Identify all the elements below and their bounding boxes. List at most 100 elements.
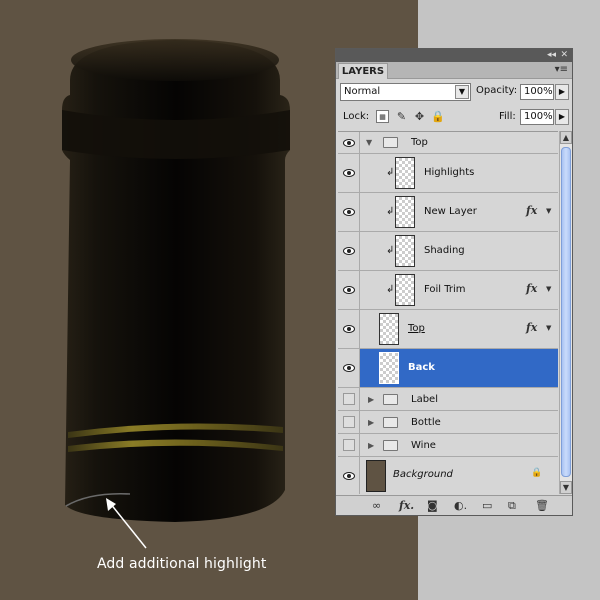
hidden-visibility-box bbox=[343, 439, 355, 451]
layer-thumbnail bbox=[395, 157, 415, 189]
eye-icon bbox=[343, 247, 355, 255]
fx-icon[interactable]: fx bbox=[526, 282, 537, 295]
visibility-toggle[interactable] bbox=[338, 457, 360, 494]
layer-name: Bottle bbox=[411, 417, 441, 428]
layer-top[interactable]: Top fx ▼ bbox=[338, 310, 558, 349]
folder-icon bbox=[383, 417, 398, 428]
layer-name: New Layer bbox=[424, 206, 477, 217]
hidden-visibility-box bbox=[343, 416, 355, 428]
blend-mode-value: Normal bbox=[344, 86, 381, 97]
layer-group-wine[interactable]: ▶ Wine bbox=[338, 434, 558, 457]
fx-expand-icon[interactable]: ▼ bbox=[546, 285, 551, 293]
visibility-toggle[interactable] bbox=[338, 349, 360, 387]
opacity-input[interactable]: 100% bbox=[520, 84, 554, 100]
layer-foil-trim[interactable]: ↲ Foil Trim fx ▼ bbox=[338, 271, 558, 310]
blend-row: Normal ▼ Opacity: 100% ▶ bbox=[340, 83, 570, 101]
eye-icon bbox=[343, 208, 355, 216]
tab-layers[interactable]: LAYERS bbox=[338, 63, 388, 79]
eye-icon bbox=[343, 169, 355, 177]
layer-thumbnail bbox=[395, 196, 415, 228]
panel-tab-row: LAYERS ▾≡ bbox=[336, 62, 572, 79]
fx-icon[interactable]: fx. bbox=[399, 499, 414, 512]
visibility-toggle[interactable] bbox=[338, 388, 360, 410]
lock-brush-icon[interactable]: ✎ bbox=[395, 110, 408, 123]
visibility-toggle[interactable] bbox=[338, 132, 360, 153]
fill-arrow-icon[interactable]: ▶ bbox=[555, 109, 569, 125]
layers-panel: ◂◂ ✕ LAYERS ▾≡ Normal ▼ Opacity: 100% ▶ … bbox=[335, 48, 573, 516]
layer-name: Shading bbox=[424, 245, 465, 256]
opacity-arrow-icon[interactable]: ▶ bbox=[555, 84, 569, 100]
lock-move-icon[interactable]: ✥ bbox=[413, 110, 426, 123]
layer-thumbnail bbox=[395, 235, 415, 267]
layer-name: Foil Trim bbox=[424, 284, 466, 295]
new-group-icon[interactable]: ▭ bbox=[482, 499, 492, 512]
eye-icon bbox=[343, 138, 355, 147]
folder-icon bbox=[383, 440, 398, 451]
eye-icon bbox=[343, 286, 355, 294]
blend-mode-select[interactable]: Normal ▼ bbox=[340, 83, 471, 101]
eye-icon bbox=[343, 472, 355, 480]
smart-object-thumbnail bbox=[395, 274, 415, 306]
layer-group-bottle[interactable]: ▶ Bottle bbox=[338, 411, 558, 434]
eye-icon bbox=[343, 364, 355, 372]
layers-scrollbar[interactable]: ▲ ▼ bbox=[559, 131, 572, 494]
layer-thumbnail bbox=[379, 352, 399, 384]
fx-expand-icon[interactable]: ▼ bbox=[546, 324, 551, 332]
lock-all-icon[interactable]: 🔒 bbox=[431, 110, 445, 123]
new-layer-icon[interactable]: ⧉ bbox=[508, 499, 516, 512]
fx-icon[interactable]: fx bbox=[526, 321, 537, 334]
link-icon[interactable]: ∞ bbox=[372, 499, 381, 512]
chevron-down-icon[interactable]: ▼ bbox=[455, 85, 469, 99]
lock-icon: 🔒 bbox=[531, 468, 543, 478]
layer-group-top[interactable]: ▼ Top bbox=[338, 132, 558, 154]
lock-transparency-icon[interactable]: ▦ bbox=[376, 110, 389, 123]
background-thumbnail bbox=[366, 460, 386, 492]
scroll-thumb[interactable] bbox=[561, 147, 571, 477]
opacity-label: Opacity: bbox=[476, 85, 518, 96]
fx-expand-icon[interactable]: ▼ bbox=[546, 207, 551, 215]
clipping-arrow-icon: ↲ bbox=[386, 284, 395, 295]
folder-icon bbox=[383, 394, 398, 405]
panel-menu-icon[interactable]: ▾≡ bbox=[555, 64, 568, 75]
visibility-toggle[interactable] bbox=[338, 434, 360, 456]
layer-new-layer[interactable]: ↲ New Layer fx ▼ bbox=[338, 193, 558, 232]
visibility-toggle[interactable] bbox=[338, 232, 360, 270]
visibility-toggle[interactable] bbox=[338, 411, 360, 433]
trash-icon[interactable]: 🗑 bbox=[535, 499, 549, 512]
visibility-toggle[interactable] bbox=[338, 310, 360, 348]
layer-shading[interactable]: ↲ Shading bbox=[338, 232, 558, 271]
layer-name: Top bbox=[411, 137, 428, 148]
layer-back[interactable]: Back bbox=[338, 349, 558, 388]
expand-triangle-icon[interactable]: ▶ bbox=[368, 418, 374, 427]
clipping-arrow-icon: ↲ bbox=[386, 167, 395, 178]
panel-title-bar[interactable]: ◂◂ ✕ bbox=[336, 49, 572, 62]
layer-group-label[interactable]: ▶ Label bbox=[338, 388, 558, 411]
annotation-text: Add additional highlight bbox=[97, 556, 267, 572]
smart-object-thumbnail bbox=[379, 313, 399, 345]
expand-triangle-icon[interactable]: ▶ bbox=[368, 395, 374, 404]
cap-top-rim bbox=[71, 39, 279, 81]
layer-name: Highlights bbox=[424, 167, 475, 178]
expand-triangle-icon[interactable]: ▶ bbox=[368, 441, 374, 450]
fill-input[interactable]: 100% bbox=[520, 109, 554, 125]
scroll-down-icon[interactable]: ▼ bbox=[560, 481, 572, 494]
layer-name: Back bbox=[408, 362, 435, 373]
eye-icon bbox=[343, 325, 355, 333]
layer-name: Label bbox=[411, 394, 438, 405]
mask-icon[interactable]: ◙ bbox=[427, 499, 438, 512]
scroll-up-icon[interactable]: ▲ bbox=[560, 131, 572, 144]
layer-highlights[interactable]: ↲ Highlights bbox=[338, 154, 558, 193]
visibility-toggle[interactable] bbox=[338, 271, 360, 309]
visibility-toggle[interactable] bbox=[338, 154, 360, 192]
visibility-toggle[interactable] bbox=[338, 193, 360, 231]
close-icon[interactable]: ✕ bbox=[560, 49, 568, 61]
expand-triangle-icon[interactable]: ▼ bbox=[366, 138, 372, 147]
fx-icon[interactable]: fx bbox=[526, 204, 537, 217]
folder-icon bbox=[383, 137, 398, 148]
double-chevron-icon[interactable]: ◂◂ bbox=[547, 49, 556, 61]
layer-background[interactable]: Background 🔒 bbox=[338, 457, 558, 494]
lock-label: Lock: bbox=[343, 111, 370, 122]
layer-name: Wine bbox=[411, 440, 436, 451]
adjustment-icon[interactable]: ◐. bbox=[454, 499, 467, 512]
clipping-arrow-icon: ↲ bbox=[386, 245, 395, 256]
